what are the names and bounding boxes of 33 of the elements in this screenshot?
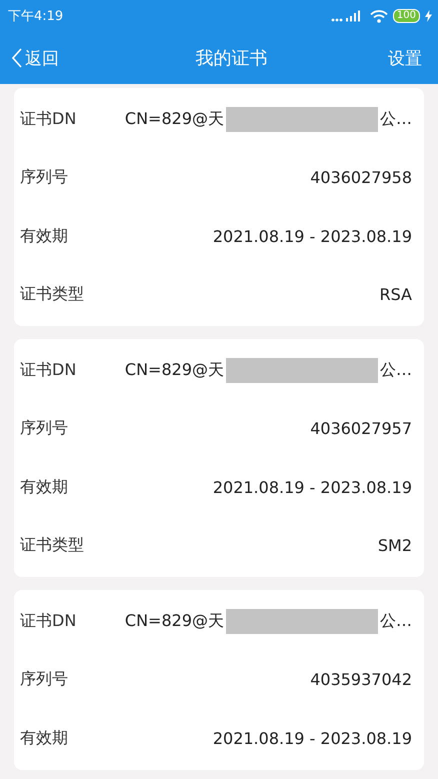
field-value: 2021.08.19 - 2023.08.19 — [212, 226, 412, 246]
field-value: CN=829@天 — [124, 108, 224, 130]
field-label: 有效期 — [20, 476, 68, 498]
field-value: 公… — [380, 610, 412, 632]
field-value: 2021.08.19 - 2023.08.19 — [212, 478, 412, 497]
field-value: 公… — [380, 360, 412, 381]
field-value: CN=829@天 — [124, 360, 224, 381]
field-value: 4036027957 — [310, 419, 412, 438]
field-label: 证书类型 — [20, 284, 84, 306]
field-value: 2021.08.19 - 2023.08.19 — [212, 728, 412, 748]
field-label: 序列号 — [20, 669, 68, 690]
battery-indicator: 100 — [392, 9, 420, 23]
wifi-icon — [370, 10, 388, 22]
chevron-left-icon — [12, 48, 22, 68]
certificate-card[interactable]: 证书DN CN=829@天 公… 序列号 4036027958 有效期 2021.08.19 - 2023.08.19 证书类型 RSA — [14, 88, 424, 326]
field-label: 证书DN — [20, 610, 76, 632]
status-time: 下午4:19 — [8, 8, 64, 25]
field-value: 4036027958 — [310, 168, 412, 188]
field-value: 公… — [380, 108, 412, 130]
field-label: 有效期 — [20, 226, 68, 247]
field-label: 序列号 — [20, 418, 68, 440]
field-label: 序列号 — [20, 167, 68, 188]
field-label: 证书类型 — [20, 535, 84, 556]
field-value: 4035937042 — [310, 670, 412, 690]
field-label: 有效期 — [20, 728, 68, 749]
field-label: 证书DN — [20, 108, 76, 130]
field-value: RSA — [379, 285, 412, 304]
field-value: CN=829@天 — [124, 610, 224, 632]
page-title: 我的证书 — [196, 47, 268, 70]
field-value: SM2 — [378, 536, 412, 556]
certificate-card[interactable]: 证书DN CN=829@天 公… 序列号 4035937042 有效期 2021.08.19 - 2023.08.19 — [14, 590, 424, 770]
certificate-card[interactable]: 证书DN CN=829@天 公… 序列号 4036027957 有效期 2021.08.19 - 2023.08.19 证书类型 SM2 — [14, 339, 424, 577]
field-label: 证书DN — [20, 360, 76, 381]
